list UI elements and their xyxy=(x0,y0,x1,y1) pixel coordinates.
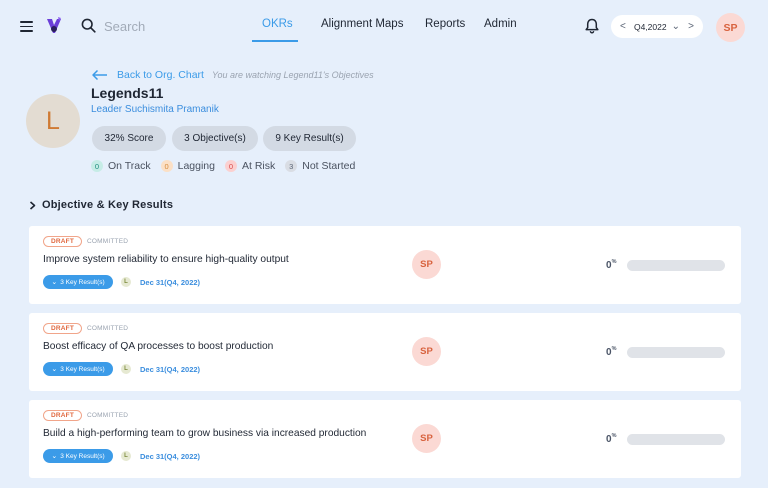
progress-number: 0 xyxy=(606,434,612,445)
key-results-label: 3 Key Result(s) xyxy=(60,278,105,286)
commitment-label: COMMITTED xyxy=(87,238,129,245)
status-count-badge: 3 xyxy=(285,160,298,172)
watching-note: You are watching Legend11's Objectives xyxy=(211,70,374,80)
objective-title[interactable]: Improve system reliability to ensure hig… xyxy=(43,254,289,265)
period-dropdown[interactable]: Q4,2022 ⌄ xyxy=(633,20,680,32)
profile-name: Legends11 xyxy=(91,85,164,101)
progress-bar xyxy=(627,434,725,445)
section-toggle[interactable]: Objective & Key Results xyxy=(29,199,173,211)
objective-card[interactable]: DRAFT COMMITTED Boost efficacy of QA pro… xyxy=(29,313,741,391)
key-results-toggle-button[interactable]: ⌄ 3 Key Result(s) xyxy=(43,362,113,376)
objective-title[interactable]: Build a high-performing team to grow bus… xyxy=(43,428,366,439)
lead-avatar: L xyxy=(121,364,131,374)
score-pill: 32% Score xyxy=(92,126,166,151)
key-results-label: 3 Key Result(s) xyxy=(60,452,105,460)
key-results-label: 3 Key Result(s) xyxy=(60,365,105,373)
progress-bar xyxy=(627,347,725,358)
due-date: Dec 31(Q4, 2022) xyxy=(140,278,201,287)
chevron-down-icon: ⌄ xyxy=(51,366,58,373)
app-logo-icon[interactable] xyxy=(45,16,63,36)
status-label: Not Started xyxy=(302,160,356,172)
commitment-label: COMMITTED xyxy=(87,412,129,419)
progress-value: 0% xyxy=(606,259,617,271)
chevron-down-icon: ⌄ xyxy=(51,279,58,286)
leader-link[interactable]: Leader Suchismita Pramanik xyxy=(91,104,219,115)
status-at-risk[interactable]: 0 At Risk xyxy=(224,160,276,172)
user-avatar[interactable]: SP xyxy=(716,13,745,42)
section-title: Objective & Key Results xyxy=(42,199,174,211)
progress-bar xyxy=(627,260,725,271)
status-label: At Risk xyxy=(241,160,276,172)
lead-avatar: L xyxy=(121,451,131,461)
progress-value: 0% xyxy=(606,433,617,445)
top-bar: OKRs Alignment Maps Reports Admin < Q4,2… xyxy=(0,0,768,52)
status-count-badge: 0 xyxy=(160,160,173,172)
progress-number: 0 xyxy=(606,347,612,358)
search-icon xyxy=(81,18,96,33)
profile-avatar: L xyxy=(26,94,80,148)
objective-card[interactable]: DRAFT COMMITTED Improve system reliabili… xyxy=(29,226,741,304)
back-arrow-icon[interactable] xyxy=(91,69,108,81)
key-results-toggle-button[interactable]: ⌄ 3 Key Result(s) xyxy=(43,275,113,289)
status-summary: 0 On Track 0 Lagging 0 At Risk 3 Not Sta… xyxy=(91,160,365,172)
progress-value: 0% xyxy=(606,346,617,358)
status-not-started[interactable]: 3 Not Started xyxy=(285,160,355,172)
key-results-toggle-button[interactable]: ⌄ 3 Key Result(s) xyxy=(43,449,113,463)
hamburger-menu-icon[interactable] xyxy=(20,21,33,32)
lead-avatar: L xyxy=(121,277,131,287)
draft-badge: DRAFT xyxy=(43,236,83,247)
due-date: Dec 31(Q4, 2022) xyxy=(140,365,201,374)
draft-badge: DRAFT xyxy=(43,323,83,334)
progress-unit: % xyxy=(611,346,617,352)
owner-avatar[interactable]: SP xyxy=(412,424,441,453)
previous-period-chevron-icon[interactable]: < xyxy=(620,21,626,32)
chevron-right-icon xyxy=(29,200,36,210)
back-to-org-chart-link[interactable]: Back to Org. Chart xyxy=(117,69,204,81)
chevron-down-icon: ⌄ xyxy=(51,453,58,460)
nav-tab-admin[interactable]: Admin xyxy=(484,18,517,30)
nav-tab-okrs[interactable]: OKRs xyxy=(262,18,293,30)
due-date: Dec 31(Q4, 2022) xyxy=(140,452,201,461)
objective-title[interactable]: Boost efficacy of QA processes to boost … xyxy=(43,341,273,352)
draft-badge: DRAFT xyxy=(43,410,83,421)
period-selector: < Q4,2022 ⌄ > xyxy=(611,15,703,38)
progress-unit: % xyxy=(611,259,617,265)
status-count-badge: 0 xyxy=(91,160,103,172)
chevron-down-icon: ⌄ xyxy=(671,20,680,32)
key-results-count-pill: 9 Key Result(s) xyxy=(263,126,356,151)
nav-tab-alignment-maps[interactable]: Alignment Maps xyxy=(321,18,403,30)
search-input[interactable] xyxy=(104,16,224,36)
objectives-count-pill: 3 Objective(s) xyxy=(172,126,258,151)
progress-unit: % xyxy=(611,433,617,439)
owner-avatar[interactable]: SP xyxy=(412,250,441,279)
owner-avatar[interactable]: SP xyxy=(412,337,441,366)
status-lagging[interactable]: 0 Lagging xyxy=(160,160,215,172)
objective-card[interactable]: DRAFT COMMITTED Build a high-performing … xyxy=(29,400,741,478)
period-value: Q4,2022 xyxy=(633,21,667,32)
status-label: On Track xyxy=(108,160,151,172)
commitment-label: COMMITTED xyxy=(87,325,129,332)
next-period-chevron-icon[interactable]: > xyxy=(688,21,694,32)
status-label: Lagging xyxy=(177,160,215,172)
notification-bell-icon[interactable] xyxy=(585,18,599,34)
status-on-track[interactable]: 0 On Track xyxy=(91,160,151,172)
nav-tab-reports[interactable]: Reports xyxy=(425,18,465,30)
active-tab-indicator xyxy=(252,40,298,42)
progress-number: 0 xyxy=(606,260,612,271)
back-row: Back to Org. Chart You are watching Lege… xyxy=(91,69,374,81)
status-count-badge: 0 xyxy=(224,160,237,172)
